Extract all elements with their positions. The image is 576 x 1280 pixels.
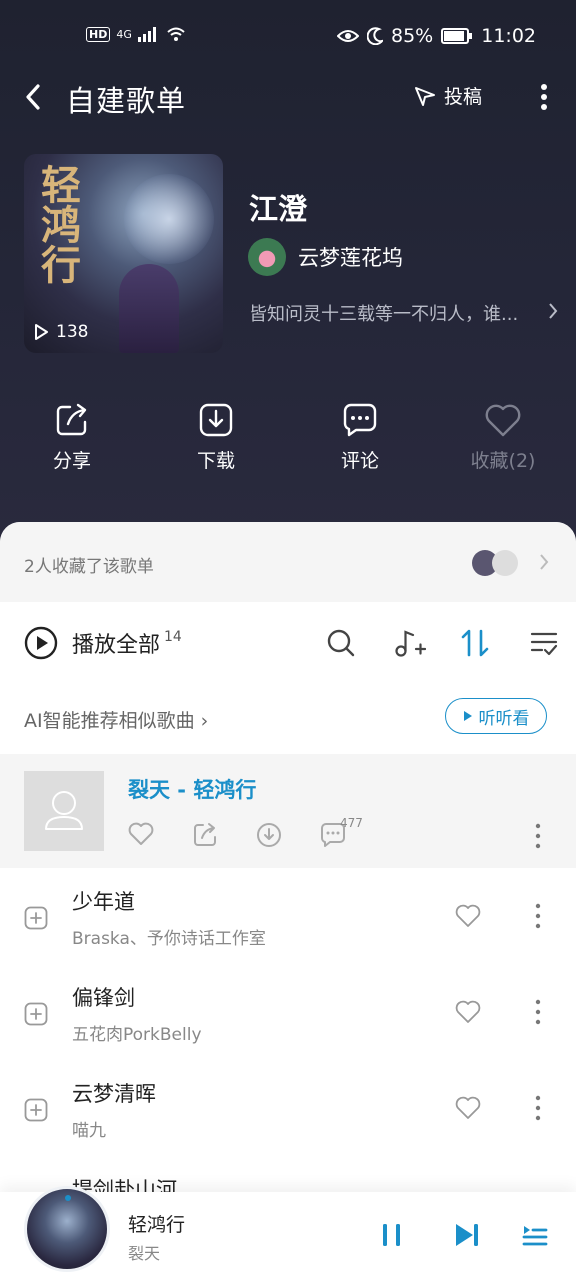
- back-icon[interactable]: [20, 80, 48, 114]
- listen-label: 听听看: [478, 708, 530, 729]
- play-count: 138: [34, 322, 88, 342]
- creator-avatar: [248, 238, 286, 276]
- ai-recommend-row: AI智能推荐相似歌曲 › 听听看: [0, 698, 576, 746]
- ai-recommend-link[interactable]: AI智能推荐相似歌曲 ›: [24, 706, 208, 733]
- play-all-label: 播放全部: [72, 633, 161, 658]
- add-icon[interactable]: [24, 1098, 48, 1122]
- more-options-icon[interactable]: [532, 998, 544, 1026]
- song-artist: 喵九: [72, 1121, 106, 1141]
- comment-icon: [343, 403, 377, 437]
- creator-link[interactable]: 云梦莲花坞: [248, 238, 403, 276]
- more-options-icon[interactable]: [532, 822, 544, 850]
- list-item[interactable]: 少年道 Braska、予你诗话工作室: [0, 868, 576, 964]
- progress-dot: [65, 1195, 71, 1201]
- cover-glow: [124, 174, 214, 264]
- now-playing-title: 裂天 - 轻鸿行: [128, 778, 257, 802]
- song-count: 14: [164, 629, 182, 645]
- comment-count: 477: [340, 816, 363, 830]
- favorite-avatars: [472, 550, 518, 576]
- more-options-icon[interactable]: [532, 1094, 544, 1122]
- submit-button[interactable]: 投稿: [414, 82, 482, 109]
- song-title: 偏锋剑: [72, 986, 135, 1010]
- wifi-icon: [167, 27, 185, 41]
- listen-button[interactable]: 听听看: [445, 698, 547, 734]
- eye-icon: [337, 30, 359, 42]
- download-icon: [199, 403, 233, 437]
- submit-label: 投稿: [444, 86, 483, 108]
- network-label: 4G: [116, 27, 132, 41]
- avatar: [492, 550, 518, 576]
- comment-button[interactable]: 评论: [310, 402, 410, 473]
- heart-icon[interactable]: [128, 822, 154, 846]
- action-bar: 分享 下载 评论 收藏(2): [0, 402, 576, 482]
- cover-calligraphy: 轻鸿行: [34, 164, 81, 284]
- heart-icon: [485, 404, 521, 437]
- user-placeholder-icon: [45, 791, 83, 830]
- play-icon: [463, 711, 472, 721]
- description-text: 皆知问灵十三载等一不归人，谁...: [249, 304, 519, 325]
- cover-figure: [119, 264, 179, 353]
- now-playing-row[interactable]: 裂天 - 轻鸿行 477: [0, 754, 576, 868]
- play-circle-icon: [24, 626, 58, 660]
- share-button[interactable]: 分享: [22, 402, 122, 473]
- play-all-button[interactable]: 播放全部 14: [24, 626, 182, 660]
- page-title: 自建歌单: [66, 84, 187, 118]
- sort-icon[interactable]: [460, 628, 490, 658]
- search-icon[interactable]: [326, 628, 356, 658]
- heart-icon[interactable]: [455, 1096, 481, 1120]
- pause-icon[interactable]: [380, 1222, 404, 1248]
- creator-name: 云梦莲花坞: [298, 246, 403, 270]
- moon-icon: [367, 27, 383, 45]
- next-track-icon[interactable]: [454, 1222, 480, 1248]
- player-artist: 裂天: [128, 1244, 161, 1263]
- share-icon[interactable]: [192, 822, 218, 848]
- song-thumbnail: [24, 771, 104, 851]
- battery-icon: [441, 28, 473, 44]
- more-options-icon[interactable]: [532, 80, 556, 114]
- battery-percent: 85%: [391, 25, 434, 47]
- add-music-icon[interactable]: [394, 628, 426, 658]
- playlist-description[interactable]: 皆知问灵十三载等一不归人，谁...: [249, 300, 559, 326]
- add-icon[interactable]: [24, 906, 48, 930]
- signal-icon: [137, 27, 156, 42]
- chevron-right-icon: [549, 303, 558, 319]
- song-artist: 五花肉PorkBelly: [72, 1025, 202, 1045]
- chevron-right-icon: [540, 554, 549, 570]
- play-count-value: 138: [56, 322, 89, 342]
- status-bar: HD 4G 85% 11:02: [0, 22, 576, 52]
- hd-indicator: HD: [86, 26, 111, 42]
- clock: 11:02: [481, 25, 536, 47]
- song-title: 少年道: [72, 890, 135, 914]
- more-options-icon[interactable]: [532, 902, 544, 930]
- mini-player[interactable]: 轻鸿行 裂天: [0, 1186, 576, 1280]
- favorite-button[interactable]: 收藏(2): [453, 402, 553, 473]
- album-disc[interactable]: [24, 1186, 110, 1272]
- heart-icon[interactable]: [455, 904, 481, 928]
- add-icon[interactable]: [24, 1002, 48, 1026]
- song-list-panel: 2人收藏了该歌单 播放全部 14 AI智能推荐相似歌曲 › 听听看 裂天 - 轻…: [0, 522, 576, 1222]
- download-icon[interactable]: [256, 822, 282, 848]
- song-title: 云梦清晖: [72, 1082, 156, 1106]
- send-icon: [415, 86, 435, 106]
- favorite-label: 收藏(2): [470, 450, 536, 472]
- heart-icon[interactable]: [455, 1000, 481, 1024]
- favorites-text: 2人收藏了该歌单: [24, 557, 154, 577]
- multi-select-icon[interactable]: [530, 628, 558, 658]
- comment-label: 评论: [340, 450, 379, 472]
- playlist-name: 江澄: [249, 192, 308, 226]
- download-label: 下载: [196, 450, 235, 472]
- list-item[interactable]: 云梦清晖 喵九: [0, 1060, 576, 1156]
- share-label: 分享: [52, 450, 91, 472]
- share-icon: [56, 403, 87, 436]
- top-bar: 自建歌单 投稿: [0, 74, 576, 120]
- list-toolbar: 播放全部 14: [0, 602, 576, 684]
- favorites-bar[interactable]: 2人收藏了该歌单: [0, 522, 576, 602]
- list-item[interactable]: 偏锋剑 五花肉PorkBelly: [0, 964, 576, 1060]
- play-icon: [35, 324, 48, 340]
- song-artist: Braska、予你诗话工作室: [72, 929, 266, 949]
- playlist-header: HD 4G 85% 11:02 自建歌单 投稿 轻鸿行 138 江澄 云梦莲花坞…: [0, 0, 576, 560]
- download-button[interactable]: 下载: [166, 402, 266, 473]
- playlist-queue-icon[interactable]: [522, 1222, 548, 1248]
- player-title: 轻鸿行: [128, 1214, 186, 1236]
